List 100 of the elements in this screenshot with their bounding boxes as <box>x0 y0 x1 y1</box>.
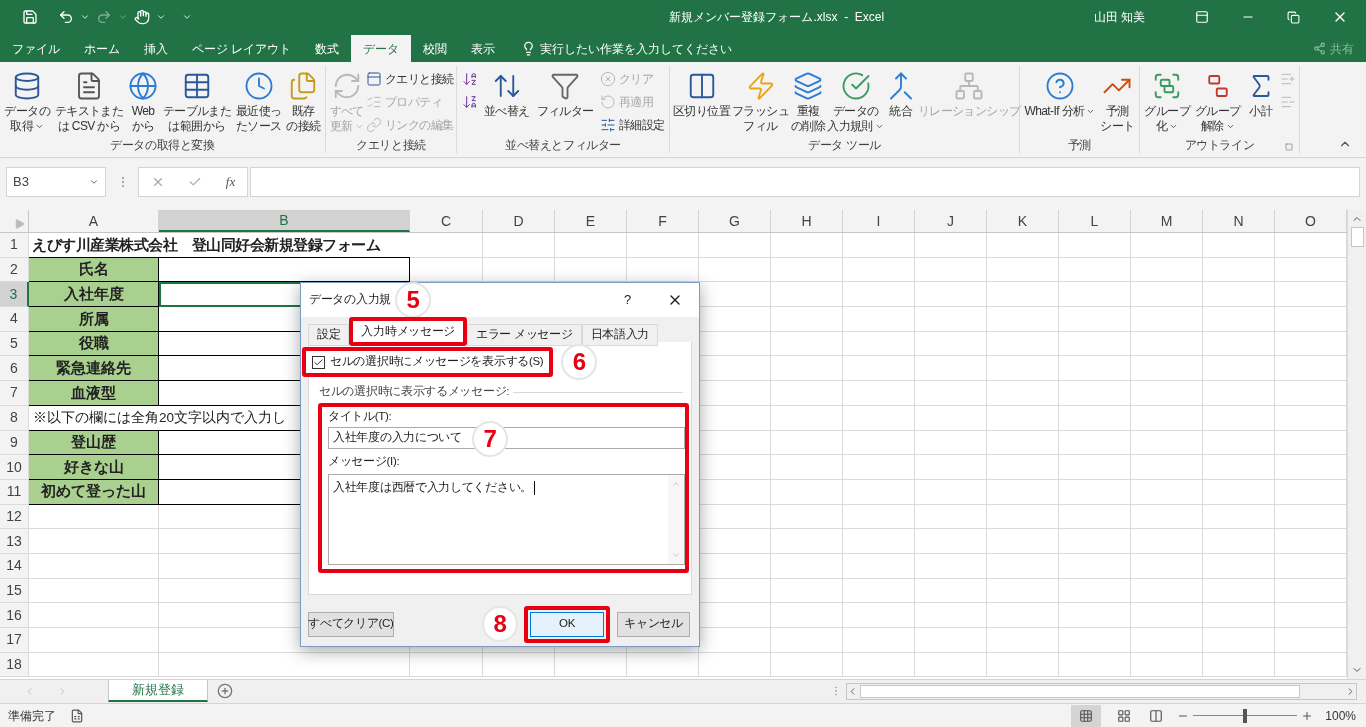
menu-tab[interactable]: 挿入 <box>132 35 180 62</box>
checkbox[interactable] <box>312 355 325 369</box>
ribbon-button[interactable]: グループ 化 <box>1143 68 1192 134</box>
share-icon[interactable] <box>1313 42 1326 55</box>
page-layout-icon[interactable] <box>1117 708 1132 723</box>
scroll-thumb[interactable] <box>860 685 1300 698</box>
ribbon-options-icon[interactable] <box>1195 10 1209 24</box>
row-header[interactable]: 10 <box>0 455 29 480</box>
formula-input[interactable] <box>250 167 1360 197</box>
row-header[interactable]: 7 <box>0 381 29 406</box>
row-header[interactable]: 11 <box>0 479 29 505</box>
help-button[interactable]: ? <box>624 290 631 310</box>
name-box[interactable]: B3 <box>6 167 106 197</box>
ribbon-button[interactable]: フィルター <box>535 68 595 119</box>
macro-icon[interactable] <box>70 708 84 723</box>
select-all-icon[interactable] <box>15 219 25 229</box>
add-sheet-icon[interactable] <box>217 683 233 699</box>
ribbon-button[interactable]: グループ 解除 <box>1194 68 1242 134</box>
row-header[interactable]: 1 <box>0 233 29 258</box>
row-header[interactable]: 16 <box>0 603 29 628</box>
dialog-button[interactable]: キャンセル <box>617 611 690 637</box>
customize-icon[interactable] <box>182 12 192 22</box>
tell-me-field[interactable]: 実行したい作業を入力してください <box>540 39 733 58</box>
ribbon-button[interactable]: 区切り位置 <box>672 68 731 119</box>
ribbon-button[interactable]: テキストまた は CSV から <box>53 68 125 134</box>
column-header[interactable]: J <box>915 210 987 232</box>
row-header[interactable]: 9 <box>0 430 29 456</box>
dialog-button[interactable]: すべてクリア(C) <box>308 611 394 637</box>
scroll-down-icon[interactable] <box>671 550 681 560</box>
column-header[interactable]: L <box>1059 210 1131 232</box>
ribbon-button[interactable]: クエリと接続 <box>366 68 454 90</box>
redo-icon[interactable] <box>96 9 112 25</box>
ribbon-button[interactable]: Web から <box>126 68 159 134</box>
column-header[interactable]: M <box>1131 210 1203 232</box>
row-header[interactable]: 14 <box>0 553 29 579</box>
caret-icon[interactable] <box>80 12 90 22</box>
restore-icon[interactable] <box>1287 10 1300 24</box>
undo-icon[interactable] <box>58 9 74 25</box>
column-header[interactable]: N <box>1203 210 1275 232</box>
menu-tab[interactable]: 表示 <box>459 35 508 62</box>
caret-icon[interactable] <box>118 12 128 22</box>
row-header[interactable]: 2 <box>0 257 29 283</box>
ribbon-button[interactable]: 予測 シート <box>1099 68 1136 134</box>
save-icon[interactable] <box>22 9 38 25</box>
ribbon-button[interactable]: フラッシュ フィル <box>731 68 791 134</box>
zoom-thumb[interactable] <box>1243 708 1248 723</box>
ribbon-button[interactable]: 並べ替え <box>482 68 531 119</box>
scroll-thumb[interactable] <box>1350 227 1364 247</box>
scroll-up-icon[interactable] <box>671 479 681 489</box>
ribbon-button[interactable]: 統合 <box>884 68 917 119</box>
menu-tab[interactable]: ホーム <box>72 35 132 62</box>
column-header[interactable]: K <box>987 210 1059 232</box>
zoom-in-icon[interactable] <box>1301 709 1314 722</box>
ribbon-button[interactable]: What-If 分析 <box>1023 68 1097 119</box>
ribbon-button[interactable]: 既存 の接続 <box>285 68 322 134</box>
menu-tab[interactable]: 校閲 <box>411 35 460 62</box>
column-header[interactable]: H <box>771 210 843 232</box>
caret-icon[interactable] <box>156 12 166 22</box>
column-header[interactable]: F <box>627 210 699 232</box>
enter-icon[interactable] <box>188 175 203 189</box>
column-header[interactable]: G <box>699 210 771 232</box>
normal-view-button[interactable] <box>1071 704 1102 727</box>
column-header[interactable]: D <box>483 210 555 232</box>
sheet-tab[interactable]: 新規登録 <box>108 680 208 702</box>
menu-tab[interactable]: ページ レイアウト <box>180 35 304 62</box>
row-header[interactable]: 12 <box>0 504 29 530</box>
dialog-button[interactable]: OK <box>530 611 604 637</box>
column-header[interactable]: B <box>159 210 410 232</box>
zoom-slider[interactable] <box>1193 708 1298 723</box>
dialog-tab[interactable]: 設定 <box>308 324 350 346</box>
horizontal-scrollbar[interactable] <box>846 683 1357 700</box>
ribbon-button[interactable]: データの 取得 <box>3 68 51 134</box>
row-header[interactable]: 15 <box>0 578 29 604</box>
row-header[interactable]: 6 <box>0 356 29 382</box>
zoom-level[interactable]: 100% <box>1325 706 1356 725</box>
page-break-icon[interactable] <box>1149 708 1164 723</box>
insert-function-button[interactable]: fx <box>225 172 236 192</box>
column-header[interactable]: I <box>843 210 915 232</box>
row-header[interactable]: 18 <box>0 652 29 678</box>
row-header[interactable]: 17 <box>0 628 29 653</box>
ribbon-button[interactable]: 詳細設定 <box>599 114 665 136</box>
dialog-tab[interactable]: 日本語入力 <box>581 324 659 346</box>
column-header[interactable]: C <box>410 210 483 232</box>
ribbon-button[interactable]: データの 入力規則 <box>826 68 885 134</box>
ribbon-button[interactable]: 小計 <box>1244 68 1277 119</box>
hand-icon[interactable] <box>134 9 150 25</box>
row-header[interactable]: 13 <box>0 529 29 554</box>
row-header[interactable]: 5 <box>0 331 29 357</box>
dialog-tab[interactable]: エラー メッセージ <box>467 324 582 346</box>
menu-tab[interactable]: データ <box>351 35 412 62</box>
ribbon-button[interactable]: テーブルまた は範囲から <box>161 68 233 134</box>
menu-tab[interactable]: ファイル <box>0 35 72 62</box>
row-header[interactable]: 3 <box>0 282 29 308</box>
row-header[interactable]: 8 <box>0 405 29 431</box>
menu-tab[interactable]: 数式 <box>303 35 352 62</box>
ribbon-button[interactable]: 最近使っ たソース <box>234 68 283 134</box>
column-header[interactable]: E <box>555 210 627 232</box>
ribbon-button[interactable]: 重複 の削除 <box>790 68 827 134</box>
row-header[interactable]: 4 <box>0 307 29 332</box>
dialog-launcher-icon[interactable] <box>1285 143 1293 151</box>
